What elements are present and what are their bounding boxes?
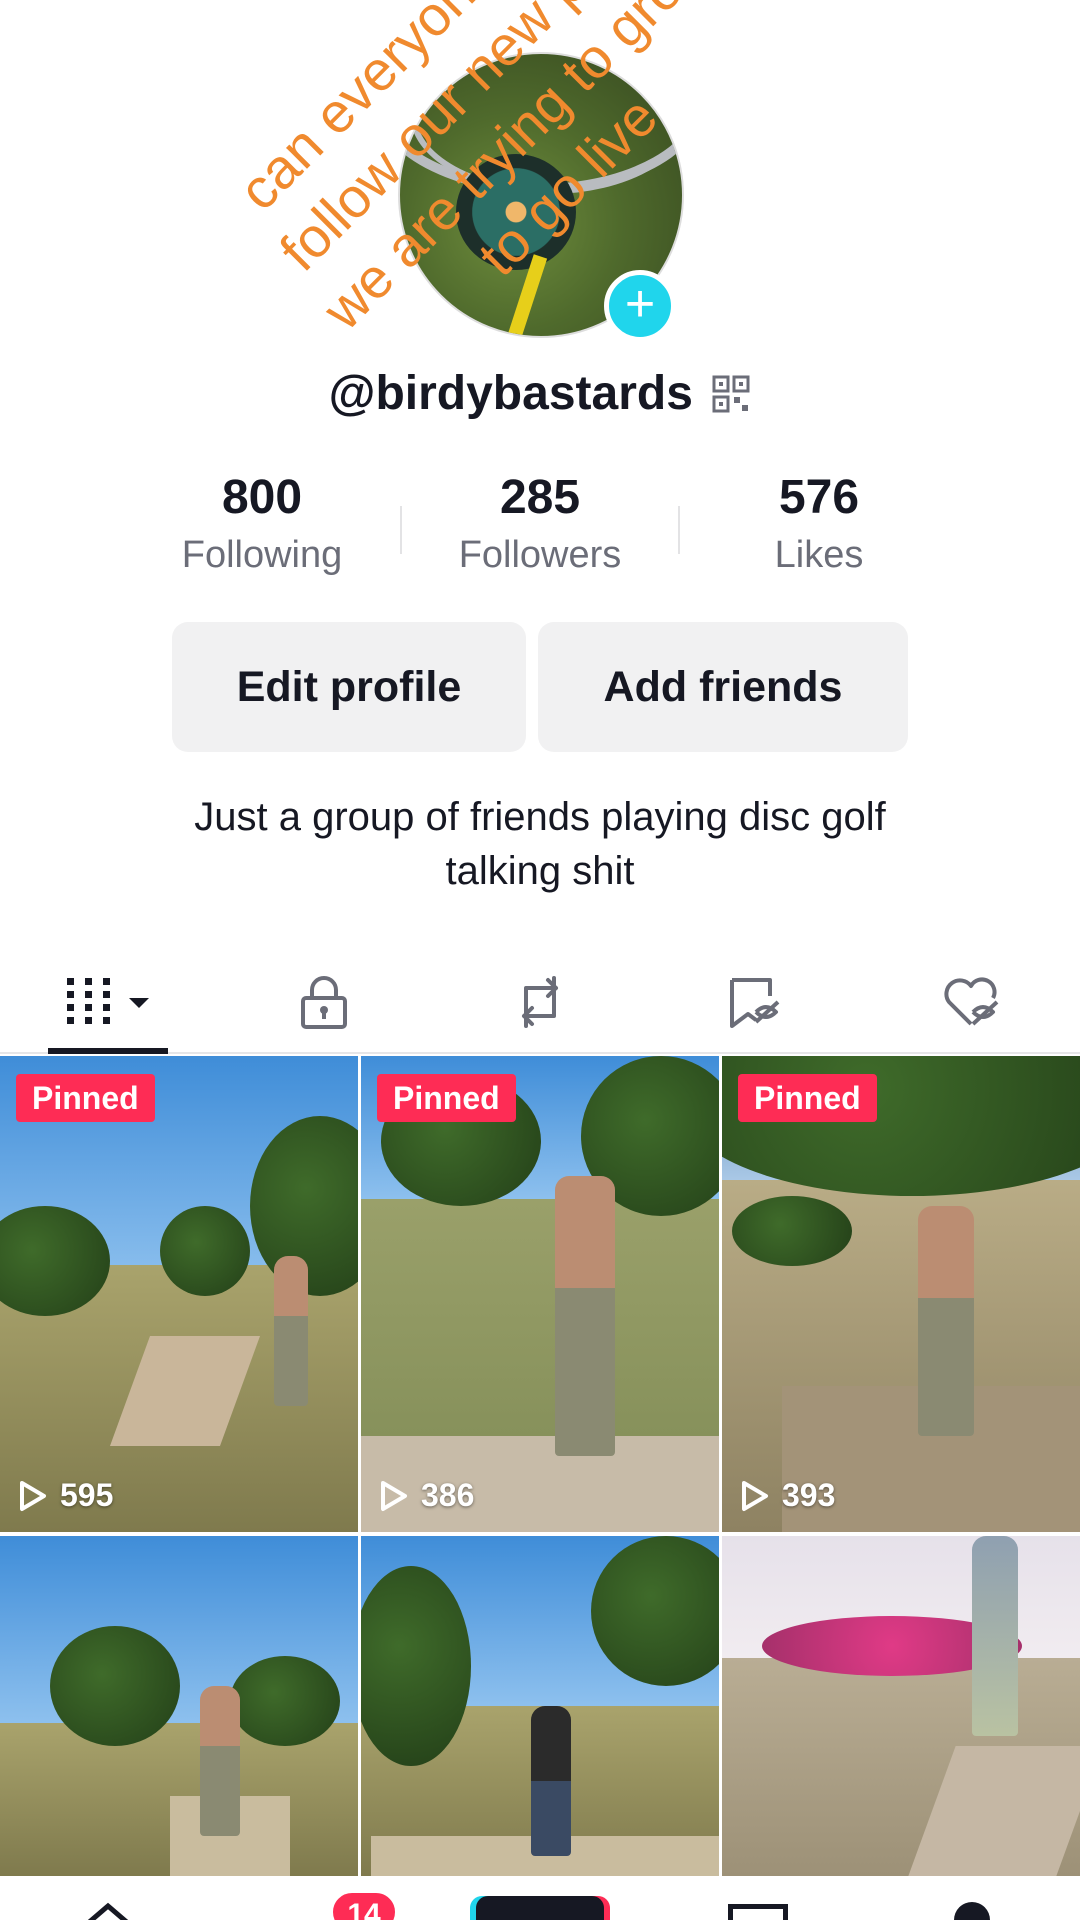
profile-bio: Just a group of friends playing disc gol…	[120, 790, 960, 898]
view-count-value: 595	[60, 1477, 114, 1513]
pinned-badge: Pinned	[738, 1074, 877, 1122]
lock-icon	[301, 976, 347, 1029]
tab-private[interactable]	[264, 950, 384, 1054]
selected-tab-indicator	[48, 1048, 168, 1054]
view-count-value: 393	[782, 1477, 836, 1513]
stat-divider	[678, 506, 680, 554]
tab-reposts[interactable]	[480, 950, 600, 1054]
video-thumbnail[interactable]: Pinned 595	[0, 1056, 358, 1532]
profile-icon[interactable]	[954, 1902, 990, 1920]
overlay-caption: can everyone plz g follow our new page w…	[206, 0, 777, 396]
play-icon	[742, 1480, 768, 1511]
followers-stat[interactable]: 285 Followers	[420, 468, 660, 577]
following-label: Following	[181, 534, 343, 576]
username-row: @birdybastards	[0, 366, 1080, 421]
bio-line: talking shit	[445, 849, 635, 893]
likes-stat[interactable]: 576 Likes	[699, 468, 939, 577]
inbox-icon[interactable]	[728, 1904, 788, 1920]
video-thumbnail[interactable]: Pinned 386	[361, 1056, 719, 1532]
tab-liked[interactable]	[912, 950, 1032, 1054]
view-count: 393	[740, 1477, 835, 1514]
video-thumbnail[interactable]	[0, 1536, 358, 1876]
play-icon	[20, 1480, 46, 1511]
likes-label: Likes	[774, 534, 864, 576]
pinned-badge: Pinned	[377, 1074, 516, 1122]
pinned-badge: Pinned	[16, 1074, 155, 1122]
tab-favorites[interactable]	[696, 950, 816, 1054]
likes-count: 576	[778, 471, 860, 524]
qr-code-icon[interactable]	[711, 374, 751, 414]
repost-icon	[522, 976, 558, 1028]
stat-divider	[400, 506, 402, 554]
add-avatar-button[interactable]: +	[604, 270, 676, 342]
bookmark-hidden-icon	[730, 978, 780, 1028]
following-count: 800	[221, 471, 303, 524]
inbox-badge: 14	[330, 1890, 398, 1920]
edit-profile-button[interactable]: Edit profile	[172, 622, 526, 752]
followers-count: 285	[499, 471, 581, 524]
add-friends-button[interactable]: Add friends	[538, 622, 908, 752]
grid-icon	[67, 978, 149, 1024]
profile-stats: 800 Following 285 Followers 576 Likes	[0, 468, 1080, 588]
view-count: 595	[18, 1477, 113, 1514]
view-count-value: 386	[421, 1477, 475, 1513]
bio-line: Just a group of friends playing disc gol…	[194, 795, 886, 839]
username: @birdybastards	[328, 367, 693, 420]
bottom-nav	[0, 1876, 1080, 1920]
heart-hidden-icon	[944, 977, 999, 1026]
following-stat[interactable]: 800 Following	[142, 468, 382, 577]
video-grid: Pinned 595 Pinned 386 Pinned 393	[0, 1056, 1080, 1876]
play-icon	[381, 1480, 407, 1511]
home-icon[interactable]	[76, 1900, 140, 1920]
video-thumbnail[interactable]: Pinned 393	[722, 1056, 1080, 1532]
followers-label: Followers	[458, 534, 622, 576]
tab-videos[interactable]	[48, 950, 168, 1054]
profile-tabs	[0, 950, 1080, 1054]
create-button[interactable]	[476, 1896, 604, 1920]
view-count: 386	[379, 1477, 474, 1514]
video-thumbnail[interactable]	[361, 1536, 719, 1876]
video-thumbnail[interactable]	[722, 1536, 1080, 1876]
